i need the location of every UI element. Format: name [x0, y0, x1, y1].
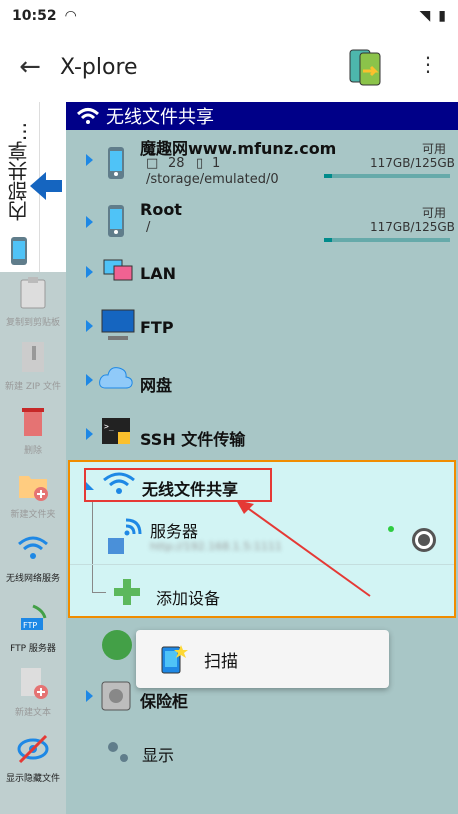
root-bar: [324, 238, 450, 242]
switch-panel-icon[interactable]: [347, 47, 383, 91]
blue-arrow-icon: [30, 172, 62, 200]
toolbar-new-text[interactable]: 新建文本: [0, 666, 66, 718]
expand-arrow-icon[interactable]: [86, 154, 93, 166]
cloud-row[interactable]: 网盘: [66, 360, 458, 410]
toolbar-delete[interactable]: 删除: [0, 404, 66, 456]
storage-bar: [324, 174, 450, 178]
scan-label: 扫描: [204, 651, 238, 672]
annotation-arrow: [236, 500, 371, 597]
server-label: 服务器: [150, 522, 199, 541]
panel-header: 无线文件共享: [66, 102, 458, 130]
storage-path: /storage/emulated/0: [146, 172, 279, 187]
phone-icon: [11, 237, 27, 265]
add-device-label: 添加设备: [156, 589, 221, 608]
battery-icon: ▮: [438, 8, 446, 24]
status-time: 10:52: [12, 8, 57, 24]
ftp-row[interactable]: FTP: [66, 306, 458, 356]
toolbar-show-hidden[interactable]: 显示隐藏文件: [0, 732, 66, 784]
lan-name: LAN: [140, 264, 176, 283]
more-options-icon[interactable]: ⋮: [418, 52, 438, 76]
expand-arrow-icon[interactable]: [86, 320, 93, 332]
expand-arrow-icon[interactable]: [86, 374, 93, 386]
toolbar-wifi-server[interactable]: 无线网络服务: [0, 532, 66, 584]
file-panel: 无线文件共享 魔趣网www.mfunz.com □ 28 ▯ 1 /storag…: [66, 102, 458, 814]
lan-row[interactable]: LAN: [66, 252, 458, 302]
storage-row[interactable]: 魔趣网www.mfunz.com □ 28 ▯ 1 /storage/emula…: [66, 132, 458, 192]
green-share-icon: [102, 630, 132, 660]
available-label: 可用: [422, 206, 447, 220]
plus-icon: [114, 579, 140, 605]
available-label: 可用: [422, 142, 447, 156]
panel-header-title: 无线文件共享: [106, 107, 214, 128]
app-title: X-plore: [60, 54, 138, 80]
folder-count: 28: [168, 156, 185, 171]
root-path: /: [146, 220, 151, 235]
lan-icon: [103, 259, 133, 281]
capacity-label: 117GB/125GB: [370, 220, 455, 234]
cloud-name: 网盘: [140, 376, 173, 395]
wifi-status-icon: ◠: [64, 8, 77, 24]
toolbar-copy-clipboard[interactable]: 复制到剪贴板: [0, 276, 66, 328]
zip-icon: [22, 342, 44, 372]
server-signal-icon: [124, 518, 142, 536]
scan-icon: [161, 645, 188, 674]
file-icon: ▯: [196, 156, 204, 171]
expand-arrow-icon[interactable]: [86, 216, 93, 228]
trash-icon: [22, 408, 44, 436]
monitor-icon: [101, 309, 135, 340]
root-name: Root: [140, 200, 182, 219]
left-toolbar: 复制到剪贴板 新建 ZIP 文件 删除 新建文件夹 无线网络服务 FTP FTP…: [0, 272, 66, 814]
clipboard-icon: [20, 277, 46, 309]
phone-root-icon: [108, 205, 124, 237]
safe-icon: [101, 681, 131, 711]
server-square-icon: [108, 538, 124, 554]
ssh-row[interactable]: >_ SSH 文件传输: [66, 414, 458, 464]
display-settings-icon: [108, 742, 128, 762]
status-right: ◥ ▮: [420, 8, 447, 24]
scan-popup[interactable]: 扫描: [136, 630, 389, 688]
ssh-name: SSH 文件传输: [140, 430, 246, 449]
wifi-icon: [18, 536, 48, 559]
ftp-name: FTP: [140, 318, 174, 337]
folder-icon: □: [146, 156, 159, 171]
expand-arrow-icon[interactable]: [86, 266, 93, 278]
app-bar: ← X-plore ⋮: [0, 32, 458, 102]
server-toggle[interactable]: [412, 528, 436, 552]
display-row[interactable]: 显示: [66, 732, 458, 776]
capacity-label: 117GB/125GB: [370, 156, 455, 170]
ftp-icon: FTP: [21, 604, 47, 630]
back-arrow-icon[interactable]: ←: [0, 52, 60, 82]
display-name: 显示: [142, 746, 175, 765]
new-text-icon: [21, 668, 48, 699]
signal-icon: ◥: [419, 8, 431, 24]
wifi-header-icon: [76, 108, 100, 124]
svg-text:>_: >_: [104, 422, 114, 431]
status-bar: 10:52 ◠ ◥ ▮: [0, 0, 458, 32]
expand-arrow-icon[interactable]: [86, 428, 93, 440]
root-row[interactable]: Root / 可用 117GB/125GB: [66, 194, 458, 250]
phone-storage-icon: [108, 147, 124, 179]
new-folder-icon: [19, 476, 48, 501]
file-count: 1: [212, 156, 221, 171]
toolbar-new-zip[interactable]: 新建 ZIP 文件: [0, 340, 66, 392]
terminal-lock-icon: >_: [102, 418, 130, 444]
cloud-icon: [99, 367, 133, 389]
svg-text:FTP: FTP: [23, 621, 37, 630]
vault-name: 保险柜: [140, 692, 189, 711]
toolbar-ftp-server[interactable]: FTP FTP 服务器: [0, 602, 66, 654]
toolbar-new-folder[interactable]: 新建文件夹: [0, 468, 66, 520]
status-dot-icon: [388, 526, 394, 532]
expand-arrow-icon[interactable]: [86, 690, 93, 702]
eye-hidden-icon: [17, 734, 49, 764]
